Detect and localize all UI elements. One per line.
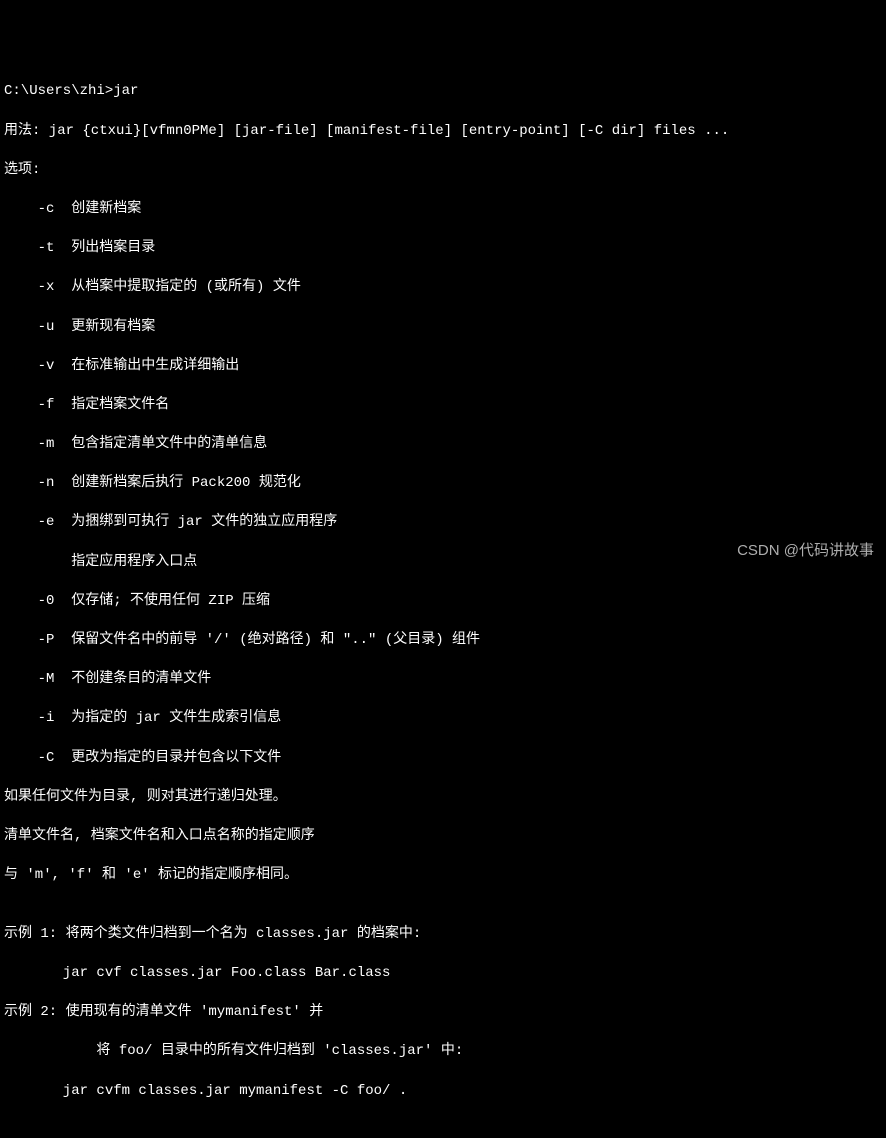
prompt-line: C:\Users\zhi>jar — [4, 82, 886, 102]
note-line: 清单文件名, 档案文件名和入口点名称的指定顺序 — [4, 827, 886, 847]
note-line: 与 'm', 'f' 和 'e' 标记的指定顺序相同。 — [4, 866, 886, 886]
option-line: -f 指定档案文件名 — [4, 396, 886, 416]
watermark-text: CSDN @代码讲故事 — [737, 540, 874, 561]
option-line: -x 从档案中提取指定的 (或所有) 文件 — [4, 278, 886, 298]
usage-line: 用法: jar {ctxui}[vfmn0PMe] [jar-file] [ma… — [4, 122, 886, 142]
note-line: 如果任何文件为目录, 则对其进行递归处理。 — [4, 788, 886, 808]
option-line: -u 更新现有档案 — [4, 318, 886, 338]
option-line: -M 不创建条目的清单文件 — [4, 670, 886, 690]
option-line: -C 更改为指定的目录并包含以下文件 — [4, 749, 886, 769]
option-line: -0 仅存储; 不使用任何 ZIP 压缩 — [4, 592, 886, 612]
option-line: -t 列出档案目录 — [4, 239, 886, 259]
option-line: -v 在标准输出中生成详细输出 — [4, 357, 886, 377]
example-line: 示例 2: 使用现有的清单文件 'mymanifest' 并 — [4, 1003, 886, 1023]
example-line: 示例 1: 将两个类文件归档到一个名为 classes.jar 的档案中: — [4, 925, 886, 945]
example-line: jar cvfm classes.jar mymanifest -C foo/ … — [4, 1082, 886, 1102]
example-line: jar cvf classes.jar Foo.class Bar.class — [4, 964, 886, 984]
option-line: -m 包含指定清单文件中的清单信息 — [4, 435, 886, 455]
option-line: -P 保留文件名中的前导 '/' (绝对路径) 和 ".." (父目录) 组件 — [4, 631, 886, 651]
option-line: -i 为指定的 jar 文件生成索引信息 — [4, 709, 886, 729]
option-line: -n 创建新档案后执行 Pack200 规范化 — [4, 474, 886, 494]
option-line: -c 创建新档案 — [4, 200, 886, 220]
options-label: 选项: — [4, 161, 886, 181]
example-line: 将 foo/ 目录中的所有文件归档到 'classes.jar' 中: — [4, 1042, 886, 1062]
option-line: -e 为捆绑到可执行 jar 文件的独立应用程序 — [4, 513, 886, 533]
